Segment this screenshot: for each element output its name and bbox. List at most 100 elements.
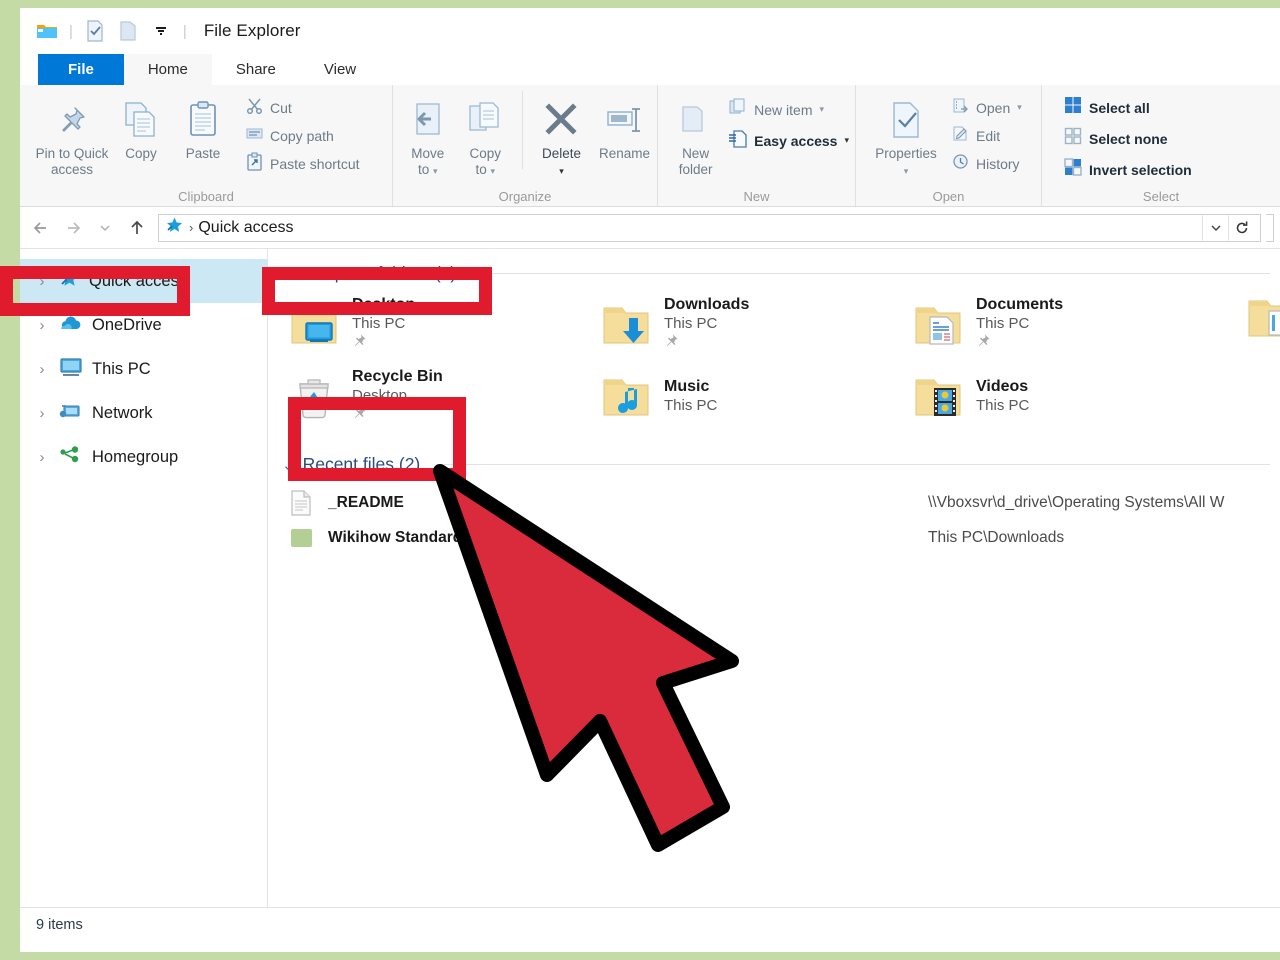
new-item-button[interactable]: New item ▾	[723, 97, 855, 122]
tile-documents[interactable]: Documents This PC	[906, 288, 1218, 360]
chevron-down-icon[interactable]	[148, 18, 174, 44]
ribbon-group-label-organize: Organize	[498, 188, 552, 204]
back-button[interactable]	[26, 213, 56, 243]
scissors-icon	[246, 97, 263, 119]
properties-button[interactable]: Properties ▾	[868, 91, 944, 178]
tab-file[interactable]: File	[38, 54, 124, 85]
delete-caret: ▾	[559, 166, 564, 176]
tile-name-recycle-bin: Recycle Bin	[352, 367, 443, 385]
properties-icon[interactable]	[82, 18, 108, 44]
select-none-button[interactable]: Select none	[1058, 126, 1198, 151]
sidebar-item-onedrive[interactable]: › OneDrive	[20, 303, 267, 347]
tile-desktop[interactable]: Desktop This PC	[282, 288, 594, 360]
refresh-icon[interactable]	[1228, 213, 1254, 242]
edit-button[interactable]: Edit	[946, 123, 1028, 148]
search-input[interactable]	[1266, 213, 1274, 242]
paste-button[interactable]: Paste	[172, 91, 234, 161]
recent-files-list: _README \\Vboxsvr\d_drive\Operating Syst…	[268, 475, 1280, 555]
breadcrumb-path[interactable]: Quick access	[198, 219, 293, 237]
homegroup-icon	[59, 445, 83, 470]
history-button[interactable]: History	[946, 151, 1028, 176]
text-document-icon	[290, 489, 320, 516]
section-rule	[472, 273, 1270, 274]
select-all-button[interactable]: Select all	[1058, 95, 1198, 120]
tile-location-videos: This PC	[976, 397, 1030, 414]
chevron-right-icon[interactable]: ›	[34, 273, 50, 290]
sidebar-item-homegroup[interactable]: › Homegroup	[20, 435, 267, 479]
chevron-down-icon[interactable]: ▾	[844, 135, 849, 146]
copy-to-label-2: to ▾	[475, 162, 495, 177]
chevron-down-icon[interactable]: ▾	[1017, 102, 1022, 113]
main-area: › Quick access › OneDrive › This PC › Ne…	[20, 248, 1280, 907]
move-to-label-1: Move	[411, 146, 445, 161]
pin-icon	[352, 405, 443, 425]
item-count: 9 items	[36, 916, 83, 933]
chevron-right-icon[interactable]: ›	[34, 361, 50, 378]
tile-location-music: This PC	[664, 397, 718, 414]
toolbar-divider-1: |	[69, 22, 73, 40]
recent-files-header[interactable]: ⌄ Recent files (2)	[268, 432, 1280, 475]
new-folder-icon[interactable]	[115, 18, 141, 44]
select-all-icon	[1064, 96, 1082, 119]
address-bar: › Quick access	[20, 207, 1280, 248]
move-to-label-2: to ▾	[417, 162, 438, 177]
delete-button[interactable]: Delete ▾	[531, 91, 592, 178]
folder-music-icon	[598, 368, 654, 424]
folder-icon[interactable]	[34, 18, 60, 44]
sidebar-label-network: Network	[92, 403, 153, 422]
pin-icon	[664, 333, 749, 353]
recent-locations-button[interactable]	[90, 213, 120, 243]
paste-shortcut-button[interactable]: Paste shortcut	[240, 151, 366, 176]
copy-icon	[123, 95, 159, 145]
frequent-folders-header[interactable]: ⌄ Frequent folders (7)	[268, 249, 1280, 284]
tile-videos[interactable]: Videos This PC	[906, 360, 1218, 432]
invert-selection-button[interactable]: Invert selection	[1058, 157, 1198, 182]
sidebar-item-quick-access[interactable]: › Quick access	[20, 259, 282, 303]
file-name-readme: _README	[328, 493, 404, 511]
pin-to-quick-access-button[interactable]: Pin to Quick access	[34, 91, 110, 177]
easy-access-button[interactable]: Easy access ▾	[723, 128, 855, 153]
copy-to-button[interactable]: Copy to ▾	[456, 91, 513, 178]
sidebar-item-this-pc[interactable]: › This PC	[20, 347, 267, 391]
copy-path-button[interactable]: Copy path	[240, 123, 366, 148]
chevron-right-icon[interactable]: ›	[34, 317, 50, 334]
ribbon: Pin to Quick access Copy Paste Cut Copy …	[20, 85, 1280, 207]
easy-access-icon	[729, 129, 747, 153]
chevron-down-icon[interactable]: ⌄	[282, 265, 295, 283]
chevron-right-icon[interactable]: ›	[34, 405, 50, 422]
tab-share[interactable]: Share	[212, 54, 300, 85]
rename-button[interactable]: Rename	[592, 91, 657, 161]
list-item[interactable]: Wikihow Standard Gr This PC\Downloads	[268, 520, 1280, 555]
open-button[interactable]: Open ▾	[946, 95, 1028, 120]
address-field[interactable]: › Quick access	[158, 213, 1261, 242]
list-item[interactable]: _README \\Vboxsvr\d_drive\Operating Syst…	[268, 485, 1280, 520]
pin-to-quick-access-label-1: Pin to Quick	[35, 146, 109, 161]
cut-button[interactable]: Cut	[240, 95, 366, 120]
copy-path-icon	[246, 125, 263, 147]
copy-button[interactable]: Copy	[110, 91, 172, 161]
forward-button[interactable]	[58, 213, 88, 243]
new-folder-button[interactable]: New folder	[672, 91, 719, 177]
paste-label: Paste	[185, 146, 221, 161]
move-to-button[interactable]: Move to ▾	[399, 91, 456, 178]
delete-label: Delete	[541, 146, 581, 161]
chevron-down-icon[interactable]: ▾	[820, 104, 825, 115]
properties-caret: ▾	[903, 166, 909, 176]
frequent-folders-title: Frequent folders (7)	[302, 263, 457, 283]
paste-icon	[187, 95, 219, 145]
title-bar: | | File Explorer	[20, 8, 1280, 54]
chevron-down-icon[interactable]: ⌄	[282, 456, 295, 474]
tile-recycle-bin[interactable]: Recycle Bin Desktop	[282, 360, 594, 432]
invert-selection-icon	[1064, 158, 1082, 181]
tab-view[interactable]: View	[300, 54, 380, 85]
green-image-icon	[290, 525, 320, 551]
tile-downloads[interactable]: Downloads This PC	[594, 288, 906, 360]
tile-music[interactable]: Music This PC	[594, 360, 906, 432]
up-button[interactable]	[122, 213, 152, 243]
tab-home[interactable]: Home	[123, 54, 212, 85]
chevron-down-icon[interactable]	[1202, 213, 1228, 242]
chevron-right-icon[interactable]: ›	[34, 449, 50, 466]
properties-icon	[890, 95, 922, 145]
select-none-icon	[1064, 127, 1082, 150]
sidebar-item-network[interactable]: › Network	[20, 391, 267, 435]
